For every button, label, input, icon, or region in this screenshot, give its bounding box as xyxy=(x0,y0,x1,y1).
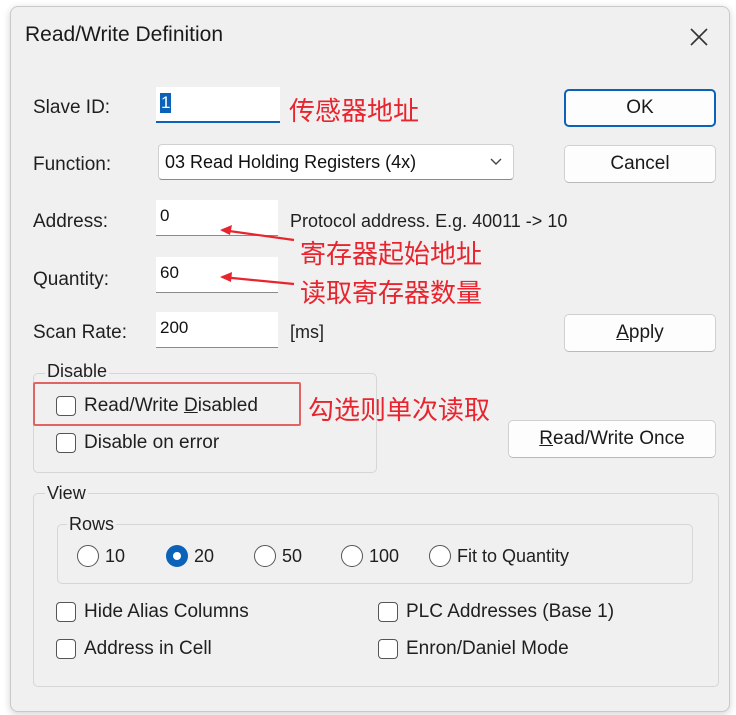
scan-rate-label: Scan Rate: xyxy=(33,322,127,343)
slave-id-input[interactable]: 1 xyxy=(156,87,280,123)
apply-accesskey: A xyxy=(616,322,629,343)
slave-id-value: 1 xyxy=(160,93,172,113)
highlight-box xyxy=(33,382,301,426)
scan-rate-input[interactable]: 200 xyxy=(156,312,278,348)
rows-radio-20[interactable] xyxy=(166,545,188,567)
disable-on-error-label: Disable on error xyxy=(84,432,220,453)
rows-option-fit: Fit to Quantity xyxy=(457,546,570,566)
plc-addresses-label: PLC Addresses (Base 1) xyxy=(406,601,615,622)
function-value: 03 Read Holding Registers (4x) xyxy=(165,152,417,172)
enron-mode-label: Enron/Daniel Mode xyxy=(406,638,569,659)
annotation-disabled: 勾选则单次读取 xyxy=(308,396,491,426)
read-write-once-button[interactable]: Read/Write Once xyxy=(508,420,716,458)
read-write-once-accesskey: R xyxy=(539,428,554,449)
annotation-arrow-address xyxy=(220,225,295,242)
scan-rate-value: 200 xyxy=(160,318,189,337)
quantity-value: 60 xyxy=(160,263,179,282)
disable-group-title: Disable xyxy=(45,361,110,382)
apply-button[interactable]: Apply xyxy=(564,314,716,352)
rows-option-50: 50 xyxy=(282,546,303,566)
rows-radio-50[interactable] xyxy=(254,545,276,567)
hide-alias-label: Hide Alias Columns xyxy=(84,601,249,622)
rows-group-title: Rows xyxy=(67,514,117,535)
address-value: 0 xyxy=(160,206,170,225)
rows-option-10: 10 xyxy=(105,546,126,566)
rows-radio-10[interactable] xyxy=(77,545,99,567)
function-select[interactable]: 03 Read Holding Registers (4x) xyxy=(158,144,514,180)
cancel-button[interactable]: Cancel xyxy=(564,145,716,183)
quantity-label: Quantity: xyxy=(33,269,110,290)
disable-on-error-checkbox[interactable] xyxy=(56,433,76,453)
title-bar: Read/Write Definition xyxy=(11,7,729,63)
annotation-quantity: 读取寄存器数量 xyxy=(300,279,483,309)
annotation-address: 寄存器起始地址 xyxy=(300,240,483,270)
address-label: Address: xyxy=(33,211,108,232)
scan-rate-unit: [ms] xyxy=(290,322,324,342)
enron-mode-checkbox[interactable] xyxy=(378,639,398,659)
address-in-cell-label: Address in Cell xyxy=(84,638,212,659)
close-button[interactable] xyxy=(671,15,727,59)
slave-id-label: Slave ID: xyxy=(33,97,111,118)
close-icon xyxy=(690,28,708,46)
rows-radio-fit[interactable] xyxy=(429,545,451,567)
dialog-title: Read/Write Definition xyxy=(25,23,224,46)
annotation-slave-id: 传感器地址 xyxy=(289,97,420,127)
annotation-arrow-quantity xyxy=(220,272,295,286)
address-hint: Protocol address. E.g. 40011 -> 10 xyxy=(290,211,568,231)
plc-addresses-checkbox[interactable] xyxy=(378,602,398,622)
read-write-definition-dialog: Read/Write Definition Slave ID: 1 Functi… xyxy=(10,6,730,712)
ok-button[interactable]: OK xyxy=(564,89,716,127)
address-in-cell-checkbox[interactable] xyxy=(56,639,76,659)
apply-label: pply xyxy=(628,322,664,343)
hide-alias-checkbox[interactable] xyxy=(56,602,76,622)
function-label: Function: xyxy=(33,154,112,175)
rows-radio-100[interactable] xyxy=(341,545,363,567)
view-group-title: View xyxy=(45,483,88,504)
read-write-once-label: ead/Write Once xyxy=(553,428,685,449)
chevron-down-icon xyxy=(490,158,502,165)
rows-option-100: 100 xyxy=(369,546,400,566)
rows-option-20: 20 xyxy=(194,546,215,566)
